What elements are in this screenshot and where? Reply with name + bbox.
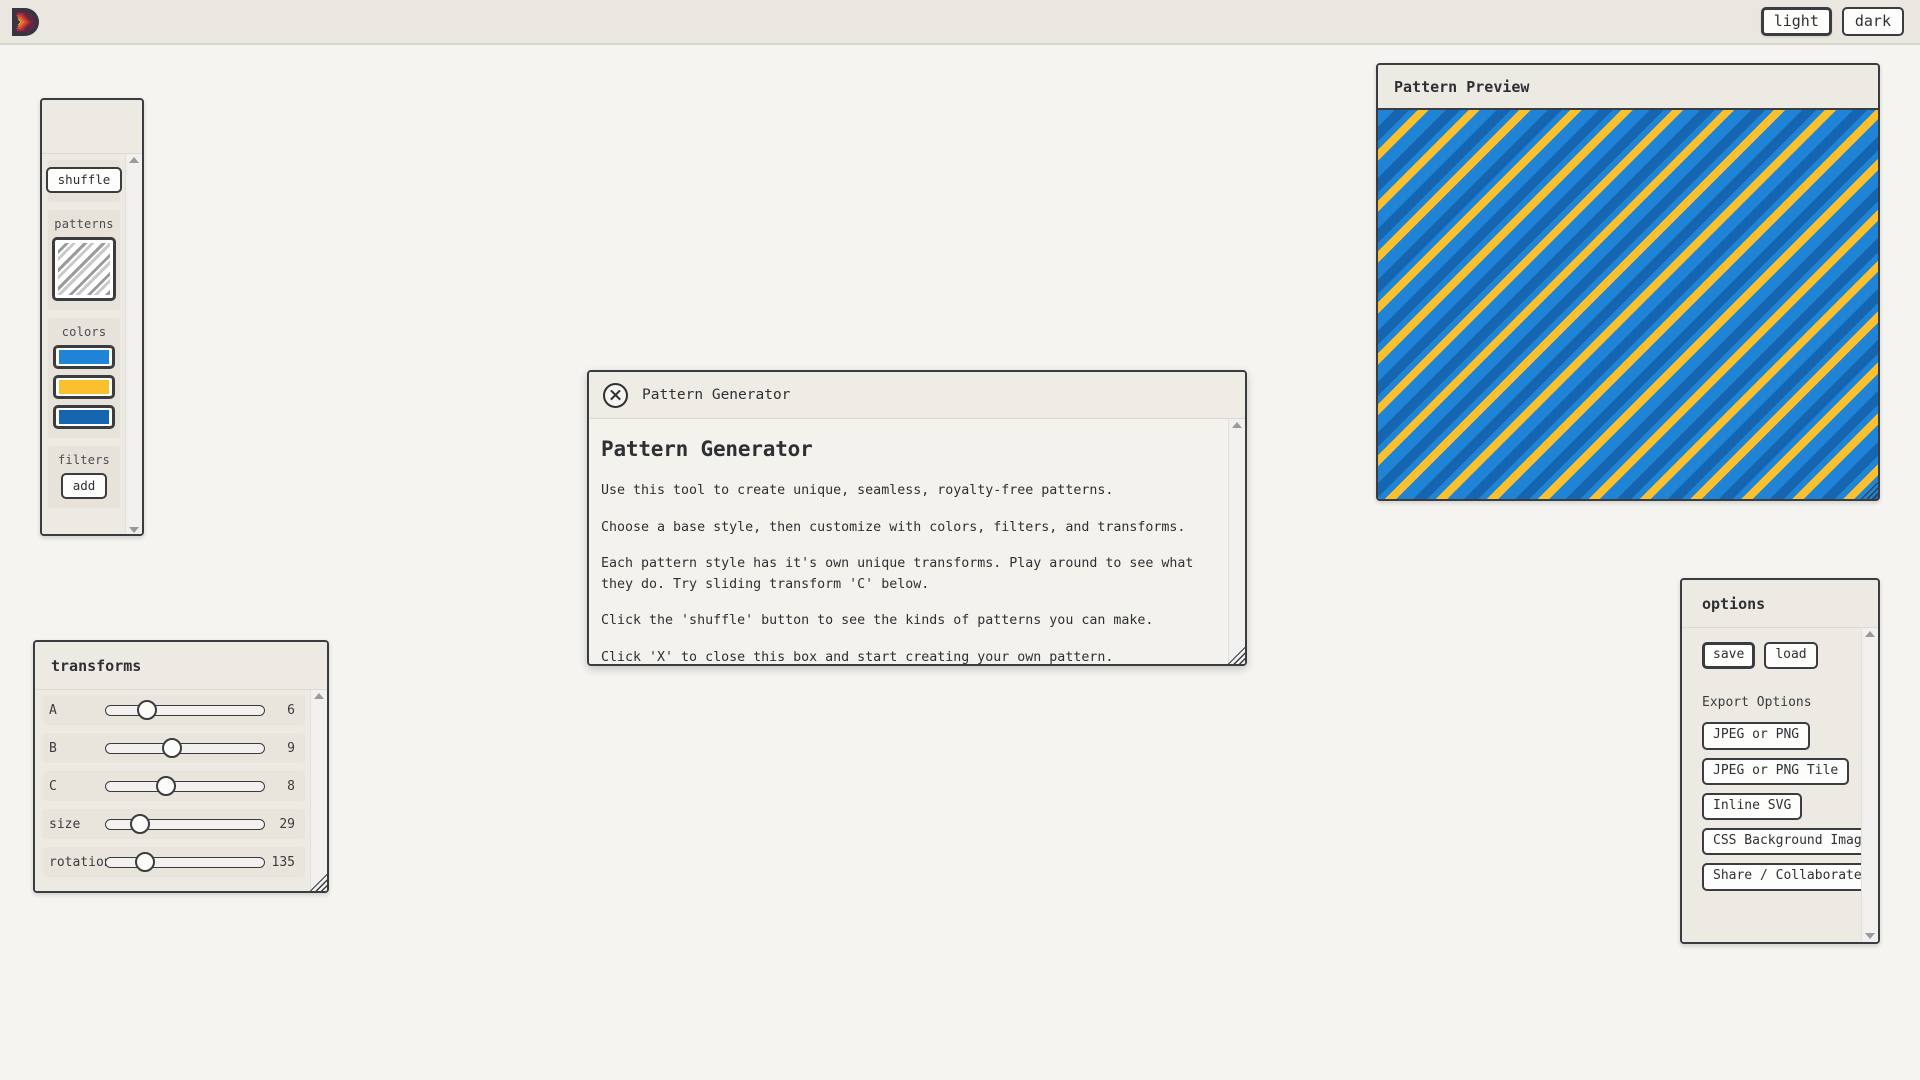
export-css-background-button[interactable]: CSS Background Image	[1702, 828, 1878, 856]
slider-label-size: size	[49, 816, 81, 832]
slider-b-track	[105, 742, 265, 754]
tools-panel-body: shuffle patterns colors filters add	[42, 154, 142, 534]
dialog-paragraph-1: Use this tool to create unique, seamless…	[601, 483, 1114, 498]
slider-b-thumb[interactable]	[162, 738, 183, 758]
slider-size-thumb[interactable]	[130, 814, 151, 834]
pattern-generator-dialog: Pattern Generator Pattern Generator Use …	[587, 370, 1247, 666]
color-swatch-2[interactable]	[53, 375, 115, 400]
pattern-style-swatch[interactable]	[52, 237, 116, 302]
export-inline-svg-button[interactable]: Inline SVG	[1702, 792, 1803, 821]
transforms-panel-title: transforms	[35, 642, 327, 690]
dialog-resize-handle[interactable]	[1227, 646, 1245, 664]
color-swatch-3[interactable]	[53, 405, 115, 430]
scroll-up-icon[interactable]	[1232, 422, 1242, 428]
dialog-paragraph-5: Click 'X' to close this box and start cr…	[601, 650, 1114, 666]
scroll-up-icon[interactable]	[1865, 631, 1875, 637]
patterns-group-label: patterns	[54, 217, 114, 232]
options-panel-scrollbar[interactable]	[1861, 628, 1878, 942]
slider-a-thumb[interactable]	[136, 700, 157, 720]
add-filter-button[interactable]: add	[60, 473, 108, 500]
slider-label-a: A	[49, 702, 57, 718]
slider-row-size: size 29	[43, 809, 305, 839]
tools-panel-title	[42, 100, 142, 154]
slider-value-c: 8	[287, 778, 295, 794]
slider-size-track	[105, 818, 265, 830]
slider-a-track	[105, 704, 265, 716]
slider-row-a: A 6	[43, 695, 305, 725]
tool-group-shuffle: shuffle	[45, 160, 123, 203]
pattern-preview-panel: Pattern Preview	[1376, 63, 1880, 501]
save-button[interactable]: save	[1702, 642, 1756, 670]
close-icon[interactable]	[603, 382, 628, 408]
dialog-title: Pattern Generator	[642, 387, 791, 403]
dialog-paragraph-4: Click the 'shuffle' button to see the ki…	[601, 613, 1154, 629]
filters-group-label: filters	[58, 453, 110, 468]
slider-label-c: C	[49, 778, 57, 794]
slider-a[interactable]	[105, 700, 265, 720]
transforms-panel-resize-handle[interactable]	[309, 873, 327, 891]
slider-row-b: B 9	[43, 733, 305, 763]
slider-label-b: B	[49, 740, 57, 756]
transforms-panel-body: A 6 B 9 C 8 size 29 rotation 135	[35, 690, 327, 891]
colors-group-label: colors	[61, 325, 107, 340]
tool-group-filters: filters add	[48, 446, 120, 509]
slider-c-track	[105, 780, 265, 792]
color-swatch-3-fill	[59, 410, 109, 425]
export-options-heading: Export Options	[1702, 695, 1812, 711]
dialog-body: Pattern Generator Use this tool to creat…	[589, 419, 1245, 666]
slider-label-rotation: rotation	[49, 854, 112, 870]
slider-value-size: 29	[279, 816, 295, 832]
slider-rotation[interactable]	[105, 852, 265, 872]
load-button[interactable]: load	[1764, 642, 1818, 670]
tool-group-colors: colors	[48, 318, 120, 439]
theme-dark-button[interactable]: dark	[1841, 6, 1904, 37]
dialog-paragraph-2: Choose a base style, then customize with…	[601, 519, 1186, 535]
scroll-up-icon[interactable]	[314, 693, 324, 699]
tools-panel: shuffle patterns colors filters add	[40, 98, 144, 536]
pattern-preview-resize-handle[interactable]	[1860, 481, 1878, 499]
save-load-row: save load	[1702, 642, 1856, 670]
tools-panel-scrollbar[interactable]	[125, 154, 142, 534]
transforms-panel: transforms A 6 B 9 C 8 size 29 rotation …	[33, 640, 329, 893]
slider-rotation-thumb[interactable]	[135, 852, 155, 872]
transforms-panel-scrollbar[interactable]	[310, 690, 327, 891]
pattern-preview-canvas[interactable]	[1378, 110, 1878, 499]
pattern-style-preview-icon	[58, 243, 110, 296]
share-collaborate-button[interactable]: Share / Collaborate	[1702, 863, 1873, 891]
dialog-paragraph-3: Each pattern style has it's own unique t…	[601, 556, 1194, 592]
pattern-app-logo-icon[interactable]	[8, 5, 42, 39]
export-options-list: JPEG or PNG JPEG or PNG Tile Inline SVG …	[1702, 722, 1878, 891]
slider-c[interactable]	[105, 776, 265, 796]
slider-c-thumb[interactable]	[155, 776, 176, 796]
dialog-title-bar: Pattern Generator	[589, 372, 1245, 419]
slider-value-rotation: 135	[271, 854, 295, 870]
scroll-down-icon[interactable]	[1865, 933, 1875, 939]
slider-size[interactable]	[105, 814, 265, 834]
color-swatch-1[interactable]	[53, 345, 115, 370]
slider-rotation-track	[105, 856, 265, 868]
options-panel: options save load Export Options JPEG or…	[1680, 578, 1880, 944]
theme-light-button[interactable]: light	[1760, 6, 1832, 37]
slider-row-rotation: rotation 135	[43, 847, 305, 877]
scroll-down-icon[interactable]	[129, 527, 139, 533]
slider-value-a: 6	[287, 702, 295, 718]
slider-value-b: 9	[287, 740, 295, 756]
options-panel-title: options	[1682, 580, 1878, 628]
theme-switcher: light dark	[1760, 6, 1904, 37]
dialog-scrollbar[interactable]	[1228, 419, 1245, 664]
pattern-preview-title: Pattern Preview	[1378, 65, 1878, 110]
app-header: light dark	[0, 0, 1920, 45]
options-panel-body: save load Export Options JPEG or PNG JPE…	[1682, 628, 1878, 942]
export-jpeg-png-tile-button[interactable]: JPEG or PNG Tile	[1702, 757, 1850, 785]
slider-row-c: C 8	[43, 771, 305, 801]
shuffle-button[interactable]: shuffle	[45, 167, 123, 194]
slider-b[interactable]	[105, 738, 265, 758]
scroll-up-icon[interactable]	[129, 157, 139, 163]
dialog-heading: Pattern Generator	[601, 437, 813, 461]
color-swatch-2-fill	[59, 380, 109, 395]
export-jpeg-png-button[interactable]: JPEG or PNG	[1702, 722, 1811, 750]
color-swatch-1-fill	[59, 350, 109, 365]
tool-group-patterns: patterns	[48, 210, 120, 311]
